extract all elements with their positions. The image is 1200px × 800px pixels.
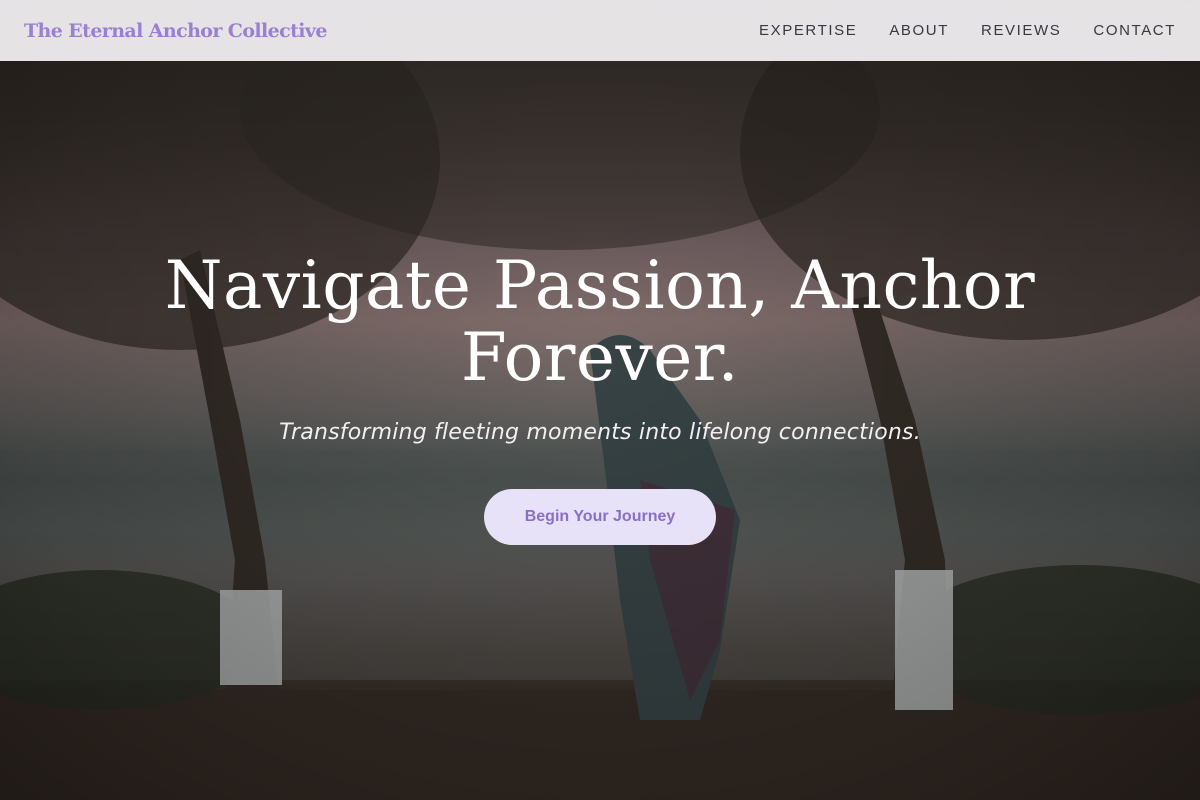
navbar: The Eternal Anchor Collective EXPERTISE … <box>0 0 1200 61</box>
nav-links: EXPERTISE ABOUT REVIEWS CONTACT <box>759 22 1176 39</box>
nav-link-about[interactable]: ABOUT <box>889 22 949 39</box>
hero-content: Navigate Passion, Anchor Forever. Transf… <box>0 250 1200 545</box>
nav-link-reviews[interactable]: REVIEWS <box>981 22 1061 39</box>
brand-logo-link[interactable]: The Eternal Anchor Collective <box>24 20 327 42</box>
hero-title: Navigate Passion, Anchor Forever. <box>164 247 1036 396</box>
nav-link-expertise[interactable]: EXPERTISE <box>759 22 857 39</box>
nav-link-contact[interactable]: CONTACT <box>1093 22 1176 39</box>
begin-journey-button[interactable]: Begin Your Journey <box>484 489 716 545</box>
hero-subtitle: Transforming fleeting moments into lifel… <box>279 420 921 445</box>
